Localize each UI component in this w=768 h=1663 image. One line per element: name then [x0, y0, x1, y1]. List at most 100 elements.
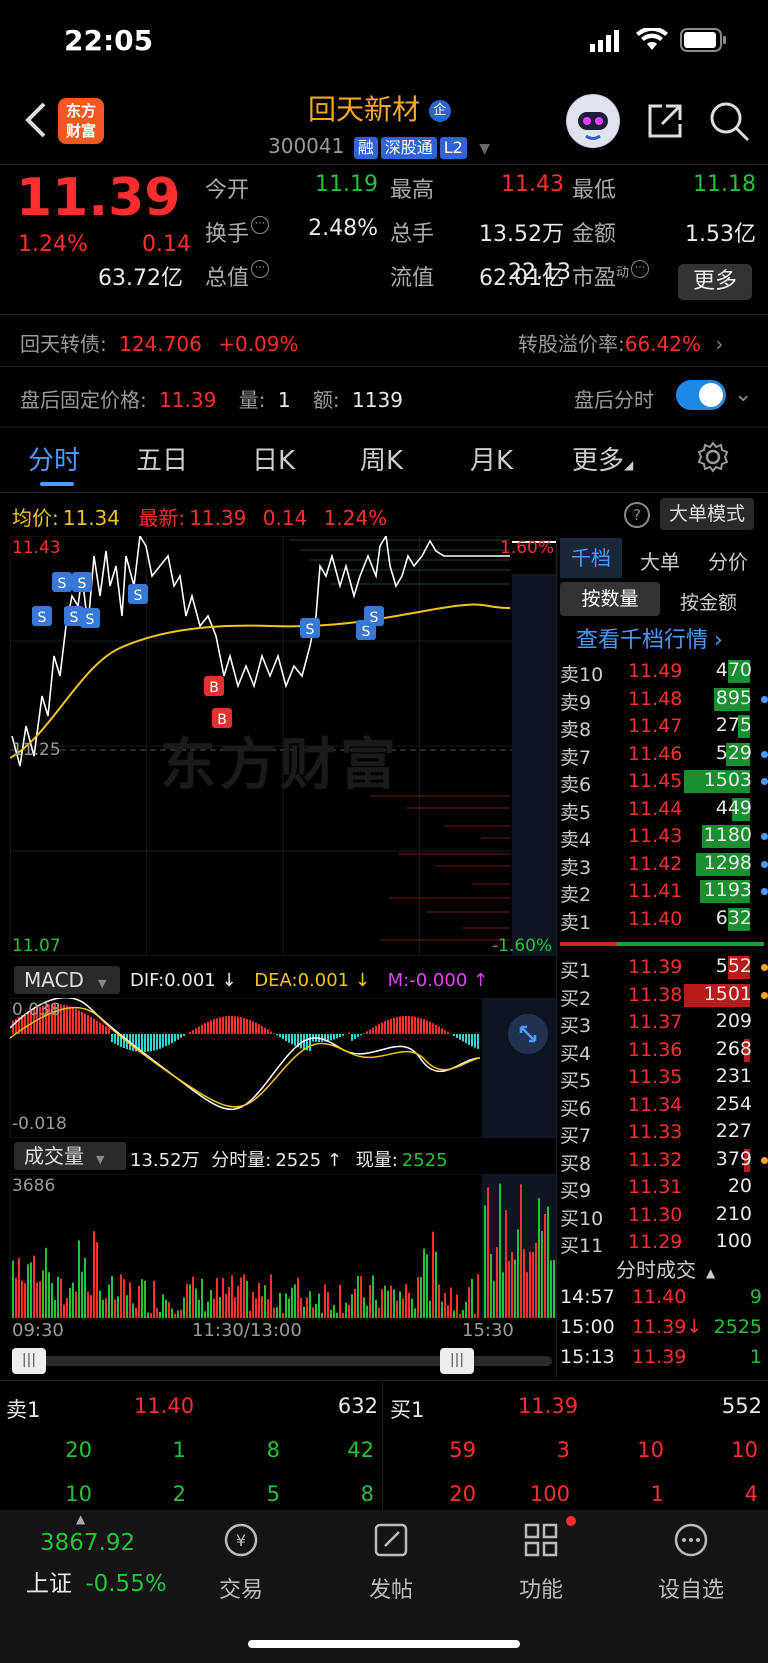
volume-bar [117, 1296, 119, 1318]
ob-tab-price[interactable]: 分价 [708, 546, 748, 575]
volume-bar [505, 1210, 507, 1318]
ob-sub-by-qty[interactable]: 按数量 [560, 582, 660, 616]
share-icon[interactable] [644, 100, 686, 146]
chevron-down-icon[interactable]: ⌄ [734, 382, 752, 407]
book-level-label: 卖8 [560, 719, 592, 741]
ask-row[interactable]: 卖10 11.49 470 [560, 658, 768, 686]
volume-total: 13.52万 [130, 1150, 200, 1171]
nav-watchlist[interactable]: 设自选 [636, 1520, 746, 1604]
after-hours-toggle-label: 盘后分时 [574, 388, 654, 412]
macd-bar [249, 1020, 251, 1034]
volume-bar [249, 1310, 251, 1318]
stock-title[interactable]: 回天新材 企 [308, 88, 451, 128]
volume-bar [189, 1284, 191, 1318]
ask-row[interactable]: 卖6 11.45 1503 [560, 768, 768, 796]
expand-icon[interactable] [508, 1014, 548, 1054]
book-level-label: 卖7 [560, 746, 592, 769]
volume-bar [225, 1294, 227, 1318]
search-icon[interactable] [708, 100, 750, 146]
tab-more[interactable]: 更多◢ [572, 440, 633, 477]
bid-row[interactable]: 买8 11.32 379 [560, 1147, 768, 1175]
volume-bar [423, 1248, 425, 1318]
more-button[interactable]: 更多 [678, 264, 752, 300]
ask-row[interactable]: 卖1 11.40 632 [560, 906, 768, 934]
volume-selector[interactable]: 成交量 ▼ [14, 1142, 126, 1170]
bid-row[interactable]: 买5 11.35 231 [560, 1064, 768, 1092]
ask-row[interactable]: 卖5 11.44 449 [560, 796, 768, 824]
tick-vol: 9 [749, 1286, 762, 1308]
bid-row[interactable]: 买2 11.38 1501 [560, 982, 768, 1010]
ask-row[interactable]: 卖3 11.42 1298 [560, 851, 768, 879]
macd-chart[interactable] [10, 998, 556, 1138]
bid-row[interactable]: 买3 11.37 209 [560, 1009, 768, 1037]
info-dots-icon[interactable]: ⋯ [251, 260, 270, 278]
volume-bar [36, 1282, 38, 1318]
bid-row[interactable]: 买4 11.36 268 [560, 1037, 768, 1065]
tab-day-k[interactable]: 日K [252, 440, 295, 477]
volume-chart[interactable] [10, 1174, 556, 1318]
bid-row[interactable]: 买7 11.33 227 [560, 1119, 768, 1147]
ob-tab-big[interactable]: 大单 [640, 546, 680, 575]
ask-row[interactable]: 卖2 11.41 1193 [560, 878, 768, 906]
order-dot-icon [761, 778, 768, 785]
macd-bar [393, 1017, 395, 1034]
volume-bar [99, 1290, 101, 1318]
bid-row[interactable]: 买11 11.29 100 [560, 1229, 768, 1257]
ask-row[interactable]: 卖8 11.47 275 [560, 713, 768, 741]
after-hours-toggle[interactable] [676, 380, 726, 410]
premium-row[interactable]: 转股溢价率:66.42% › [518, 328, 723, 357]
bid-row[interactable]: 买10 11.30 210 [560, 1202, 768, 1230]
view-thousand-link[interactable]: 查看千档行情 › [576, 622, 723, 654]
volume-bar [45, 1247, 47, 1318]
macd-bar [105, 1026, 107, 1034]
macd-bar [294, 1034, 296, 1046]
macd-selector[interactable]: MACD ▼ [14, 966, 120, 994]
wifi-icon [636, 26, 668, 56]
ask-row[interactable]: 卖7 11.46 529 [560, 741, 768, 769]
ticks-header[interactable]: 分时成交 ▲ [616, 1254, 715, 1283]
info-dots-icon[interactable]: ⋯ [631, 260, 650, 278]
tab-week-k[interactable]: 周K [360, 440, 403, 477]
ask-row[interactable]: 卖9 11.48 895 [560, 686, 768, 714]
nav-post[interactable]: 发帖 [336, 1520, 446, 1604]
tab-five-day[interactable]: 五日 [136, 440, 188, 477]
bid-row[interactable]: 买1 11.39 552 [560, 954, 768, 982]
book-volume: 1180 [703, 824, 752, 846]
ob-sub-by-amt[interactable]: 按金额 [680, 588, 737, 615]
index-row[interactable]: 上证 -0.55% [26, 1564, 167, 1598]
macd-bar [381, 1022, 383, 1034]
ob-tab-thousand[interactable]: 千档 [560, 538, 622, 578]
l2-sell-vol: 632 [337, 1394, 378, 1418]
robot-avatar-icon[interactable] [566, 94, 620, 148]
book-level-label: 买7 [560, 1125, 592, 1147]
ask-row[interactable]: 卖4 11.43 1180 [560, 823, 768, 851]
macd-bar [78, 1010, 80, 1034]
index-value[interactable]: 3867.92 [40, 1530, 135, 1556]
tab-intraday[interactable]: 分时 [28, 440, 80, 477]
stat-value: 11.19 [315, 172, 378, 197]
bond-row[interactable]: 回天转债: 124.706 +0.09% [20, 328, 298, 357]
book-volume: 379 [715, 1147, 752, 1170]
macd-bar [180, 1034, 182, 1038]
book-volume: 1501 [703, 982, 752, 1005]
bid-row[interactable]: 买6 11.34 254 [560, 1092, 768, 1120]
volume-bar [78, 1240, 80, 1318]
big-order-mode-button[interactable]: 大单模式 [660, 498, 754, 530]
stock-code-row[interactable]: 300041 融深股通 L2 ▼ [268, 134, 490, 159]
back-button[interactable] [22, 100, 50, 144]
range-slider-left-handle[interactable]: ||| [12, 1348, 46, 1374]
stat-value: 63.72亿 [98, 266, 183, 291]
volume-bar [168, 1302, 170, 1318]
stat-value: 11.43 [501, 172, 564, 197]
nav-functions[interactable]: 功能 [486, 1520, 596, 1604]
volume-bar [532, 1251, 534, 1318]
help-icon[interactable]: ? [624, 502, 650, 528]
nav-trade[interactable]: ¥ 交易 [186, 1520, 296, 1604]
bid-row[interactable]: 买9 11.31 20 [560, 1174, 768, 1202]
range-slider-right-handle[interactable]: ||| [440, 1348, 474, 1374]
volume-bar [453, 1310, 455, 1318]
tab-month-k[interactable]: 月K [470, 440, 513, 477]
volume-bar [438, 1284, 440, 1318]
settings-gear-icon[interactable] [696, 440, 730, 478]
info-dots-icon[interactable]: ⋯ [251, 216, 270, 234]
